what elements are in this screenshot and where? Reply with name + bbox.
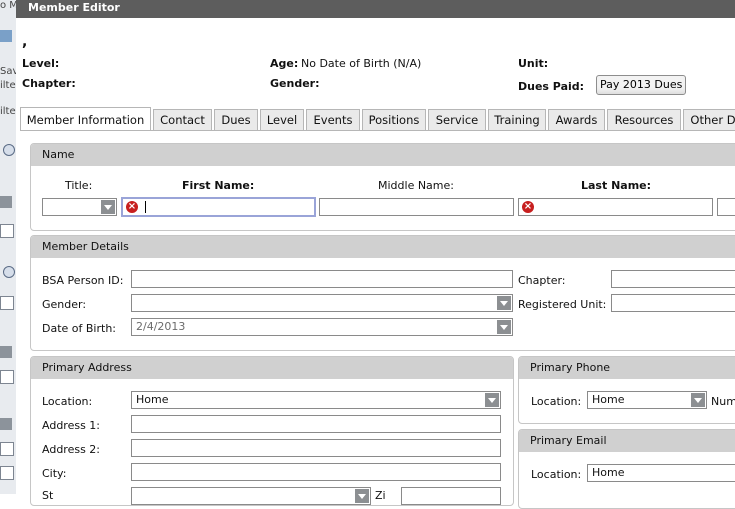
background-field[interactable] xyxy=(0,442,14,456)
city-input[interactable] xyxy=(131,463,501,481)
background-field[interactable] xyxy=(0,224,14,238)
state-select[interactable] xyxy=(131,487,371,505)
background-field[interactable] xyxy=(0,370,14,384)
suffix-input[interactable] xyxy=(717,198,735,216)
tab-service[interactable]: Service xyxy=(428,109,486,130)
background-text-fragment: ilte xyxy=(0,80,16,91)
tab-positions[interactable]: Positions xyxy=(362,109,426,130)
tab-awards[interactable]: Awards xyxy=(548,109,605,130)
age-value: No Date of Birth (N/A) xyxy=(301,57,422,70)
bsa-person-id-input[interactable] xyxy=(131,270,513,288)
collapse-icon[interactable] xyxy=(3,144,15,156)
chevron-down-icon[interactable] xyxy=(355,489,369,503)
primary-phone-header: Primary Phone xyxy=(519,357,735,379)
collapse-icon[interactable] xyxy=(3,266,15,278)
member-details-header: Member Details xyxy=(31,236,735,258)
level-label: Level: xyxy=(22,57,60,70)
tab-contact[interactable]: Contact xyxy=(153,109,212,130)
tab-member-information[interactable]: Member Information xyxy=(20,107,151,131)
phone-location-label: Location: xyxy=(531,395,582,408)
member-display-name: , xyxy=(22,34,28,50)
last-name-label: Last Name: xyxy=(581,179,652,192)
unit-label: Unit: xyxy=(518,57,549,70)
chevron-down-icon[interactable] xyxy=(101,200,115,214)
gender-field-label: Gender: xyxy=(42,298,87,311)
email-location-label: Location: xyxy=(531,468,582,481)
address1-input[interactable] xyxy=(131,415,501,433)
tab-events[interactable]: Events xyxy=(306,109,360,130)
text-caret xyxy=(145,201,146,213)
dob-picker[interactable]: 2/4/2013 xyxy=(131,318,513,336)
chapter-field-label: Chapter: xyxy=(518,274,566,287)
background-field[interactable] xyxy=(0,466,14,480)
address-location-label: Location: xyxy=(42,395,93,408)
error-icon: × xyxy=(126,201,138,213)
pay-dues-button[interactable]: Pay 2013 Dues xyxy=(596,75,687,95)
tab-bar: Member Information Contact Dues Level Ev… xyxy=(20,107,735,131)
tab-dues[interactable]: Dues xyxy=(214,109,258,130)
dues-paid-label: Dues Paid: xyxy=(518,80,585,93)
first-name-input[interactable]: × xyxy=(121,197,316,217)
address2-label: Address 2: xyxy=(42,443,101,456)
window-title: Member Editor xyxy=(28,1,120,14)
chevron-down-icon[interactable] xyxy=(497,296,511,310)
funnel-icon xyxy=(0,30,12,42)
background-text-fragment: ilte xyxy=(0,106,16,117)
phone-number-label: Num xyxy=(711,395,735,408)
chapter-input[interactable] xyxy=(611,270,735,288)
middle-name-input[interactable] xyxy=(319,198,514,216)
city-label: City: xyxy=(42,467,67,480)
state-label: St xyxy=(42,489,54,502)
chevron-down-icon[interactable] xyxy=(497,320,511,334)
error-icon: × xyxy=(522,201,534,213)
dob-label: Date of Birth: xyxy=(42,322,117,335)
dropdown-icon[interactable] xyxy=(0,346,12,358)
primary-email-header: Primary Email xyxy=(519,430,735,452)
registered-unit-label: Registered Unit: xyxy=(518,298,607,311)
tab-resources[interactable]: Resources xyxy=(607,109,681,130)
address1-label: Address 1: xyxy=(42,419,101,432)
window-titlebar[interactable]: Member Editor xyxy=(16,0,735,18)
primary-address-header: Primary Address xyxy=(31,357,513,379)
background-window-strip: o M Sav ilte ilte xyxy=(0,0,18,494)
checkbox-icon[interactable] xyxy=(0,296,14,310)
tab-training[interactable]: Training xyxy=(488,109,546,130)
tab-other[interactable]: Other D xyxy=(683,109,735,130)
primary-phone-section: Primary Phone xyxy=(518,356,735,424)
tab-level[interactable]: Level xyxy=(260,109,304,130)
chevron-down-icon[interactable] xyxy=(485,393,499,407)
tab-divider xyxy=(20,130,735,131)
phone-location-select[interactable]: Home xyxy=(587,391,707,409)
chapter-label: Chapter: xyxy=(22,77,76,90)
address-location-select[interactable]: Home xyxy=(131,391,501,409)
bsa-person-id-label: BSA Person ID: xyxy=(42,274,124,287)
middle-name-label: Middle Name: xyxy=(378,179,454,192)
age-label: Age: xyxy=(270,57,299,70)
dropdown-icon[interactable] xyxy=(0,196,12,208)
zip-input[interactable] xyxy=(401,487,501,505)
last-name-input[interactable]: × xyxy=(518,198,713,216)
name-section-header: Name xyxy=(31,144,735,166)
email-location-select[interactable]: Home xyxy=(587,464,735,482)
first-name-label: First Name: xyxy=(182,179,255,192)
address2-input[interactable] xyxy=(131,439,501,457)
gender-select[interactable] xyxy=(131,294,513,312)
chevron-down-icon[interactable] xyxy=(691,393,705,407)
registered-unit-input[interactable] xyxy=(611,294,735,312)
zip-label: Zi xyxy=(375,489,386,502)
title-select[interactable] xyxy=(42,198,117,216)
dropdown-icon[interactable] xyxy=(0,418,12,430)
title-label: Title: xyxy=(65,179,93,192)
gender-label: Gender: xyxy=(270,77,320,90)
